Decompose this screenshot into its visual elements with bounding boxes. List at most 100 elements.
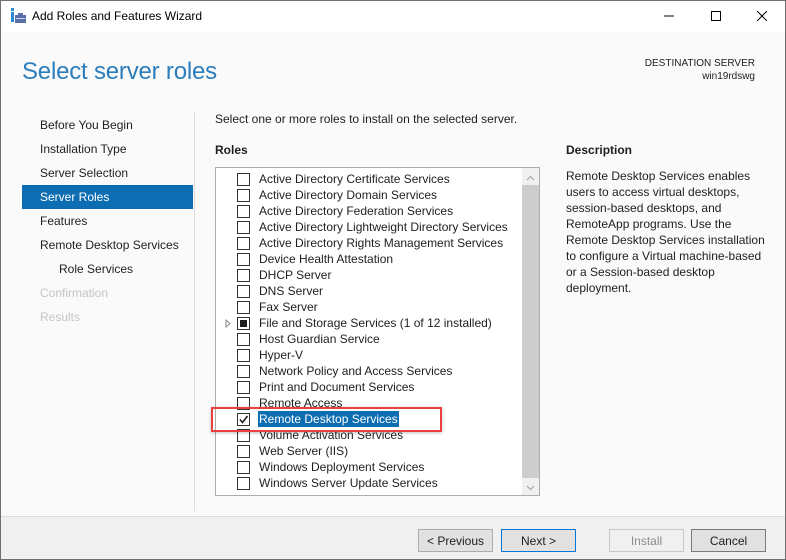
description-text: Remote Desktop Services enables users to…: [566, 169, 765, 295]
role-row[interactable]: Windows Deployment Services: [216, 459, 521, 475]
nav-item-remote-desktop-services[interactable]: Remote Desktop Services: [22, 233, 193, 257]
nav-item-confirmation: Confirmation: [40, 286, 109, 300]
role-label: Network Policy and Access Services: [259, 364, 453, 378]
nav-divider: [194, 111, 195, 511]
role-label: Remote Desktop Services: [258, 411, 399, 427]
role-row[interactable]: Remote Desktop Services: [216, 411, 521, 427]
instructions-text: Select one or more roles to install on t…: [215, 112, 518, 126]
nav-item-server-roles[interactable]: Server Roles: [22, 185, 193, 209]
checkmark-icon: [239, 415, 249, 424]
role-checkbox[interactable]: [237, 349, 250, 362]
role-checkbox[interactable]: [237, 365, 250, 378]
scroll-down-button[interactable]: [522, 478, 539, 495]
title-bar: Add Roles and Features Wizard: [1, 1, 785, 32]
maximize-icon: [711, 10, 721, 24]
role-checkbox[interactable]: [237, 237, 250, 250]
role-row[interactable]: DHCP Server: [216, 267, 521, 283]
role-row[interactable]: Host Guardian Service: [216, 331, 521, 347]
role-row[interactable]: Web Server (IIS): [216, 443, 521, 459]
role-checkbox[interactable]: [237, 173, 250, 186]
description-heading: Description: [566, 143, 633, 157]
role-label: Active Directory Domain Services: [259, 188, 438, 202]
nav-item-features[interactable]: Features: [22, 209, 193, 233]
role-checkbox[interactable]: [237, 461, 250, 474]
roles-heading: Roles: [215, 143, 248, 157]
role-checkbox[interactable]: [237, 285, 250, 298]
nav-item-before-you-begin[interactable]: Before You Begin: [22, 113, 193, 137]
role-checkbox[interactable]: [237, 381, 250, 394]
destination-server-label: DESTINATION SERVER: [644, 58, 755, 69]
role-label: Volume Activation Services: [259, 428, 404, 442]
roles-list[interactable]: Active Directory Certificate Services Act…: [215, 167, 540, 496]
role-label: Windows Deployment Services: [259, 460, 425, 474]
chevron-down-icon: [526, 480, 535, 494]
role-row[interactable]: Active Directory Federation Services: [216, 203, 521, 219]
role-row[interactable]: Hyper-V: [216, 347, 521, 363]
maximize-button[interactable]: [693, 1, 739, 32]
role-row[interactable]: Active Directory Rights Management Servi…: [216, 235, 521, 251]
role-row[interactable]: Print and Document Services: [216, 379, 521, 395]
role-label: Active Directory Rights Management Servi…: [259, 236, 504, 250]
role-checkbox[interactable]: [237, 477, 250, 490]
role-row[interactable]: Active Directory Domain Services: [216, 187, 521, 203]
role-label: Windows Server Update Services: [259, 476, 438, 490]
role-checkbox[interactable]: [237, 317, 250, 330]
role-checkbox[interactable]: [237, 445, 250, 458]
role-checkbox[interactable]: [237, 301, 250, 314]
role-checkbox[interactable]: [237, 397, 250, 410]
role-row[interactable]: Device Health Attestation: [216, 251, 521, 267]
close-icon: [756, 10, 768, 24]
role-checkbox[interactable]: [237, 221, 250, 234]
nav-item-results: Results: [40, 310, 81, 324]
role-label: Active Directory Certificate Services: [259, 172, 450, 186]
nav-item-installation-type[interactable]: Installation Type: [22, 137, 193, 161]
previous-button[interactable]: < Previous: [418, 529, 493, 552]
role-row[interactable]: DNS Server: [216, 283, 521, 299]
role-label: Print and Document Services: [259, 380, 415, 394]
role-row[interactable]: Active Directory Certificate Services: [216, 171, 521, 187]
wizard-window: Add Roles and Features Wizard Select ser…: [0, 0, 786, 560]
role-label: Remote Access: [259, 396, 343, 410]
role-row[interactable]: Fax Server: [216, 299, 521, 315]
role-label: DHCP Server: [259, 268, 332, 282]
wizard-nav: Before You Begin Installation Type Serve…: [22, 113, 193, 329]
role-label: Fax Server: [259, 300, 318, 314]
nav-item-server-selection[interactable]: Server Selection: [22, 161, 193, 185]
role-checkbox[interactable]: [237, 189, 250, 202]
role-label: Device Health Attestation: [259, 252, 394, 266]
role-label: Active Directory Federation Services: [259, 204, 454, 218]
role-label: Active Directory Lightweight Directory S…: [259, 220, 508, 234]
footer-bar: < Previous Next > Install Cancel: [1, 516, 785, 559]
next-button[interactable]: Next >: [501, 529, 576, 552]
role-checkbox[interactable]: [237, 205, 250, 218]
role-row[interactable]: Network Policy and Access Services: [216, 363, 521, 379]
roles-scrollbar[interactable]: [522, 168, 539, 495]
role-row[interactable]: File and Storage Services (1 of 12 insta…: [216, 315, 521, 331]
role-label: Web Server (IIS): [259, 444, 349, 458]
role-checkbox[interactable]: [237, 429, 250, 442]
role-row[interactable]: Remote Access: [216, 395, 521, 411]
install-button: Install: [609, 529, 684, 552]
scroll-up-button[interactable]: [522, 168, 539, 185]
role-checkbox[interactable]: [237, 333, 250, 346]
expand-arrow-icon[interactable]: [223, 318, 233, 328]
server-manager-icon: [10, 7, 26, 25]
minimize-button[interactable]: [646, 1, 692, 32]
role-checkbox[interactable]: [237, 413, 250, 426]
minimize-icon: [664, 10, 674, 24]
cancel-button[interactable]: Cancel: [691, 529, 766, 552]
role-row[interactable]: Volume Activation Services: [216, 427, 521, 443]
role-row[interactable]: Windows Server Update Services: [216, 475, 521, 491]
role-checkbox[interactable]: [237, 269, 250, 282]
role-label: Hyper-V: [259, 348, 304, 362]
window-title: Add Roles and Features Wizard: [32, 9, 203, 23]
nav-item-role-services[interactable]: Role Services: [22, 257, 193, 281]
role-label: Host Guardian Service: [259, 332, 380, 346]
close-button[interactable]: [739, 1, 785, 32]
role-label: File and Storage Services (1 of 12 insta…: [259, 316, 492, 330]
role-label: DNS Server: [259, 284, 324, 298]
role-checkbox[interactable]: [237, 253, 250, 266]
scroll-thumb[interactable]: [522, 185, 539, 478]
role-row[interactable]: Active Directory Lightweight Directory S…: [216, 219, 521, 235]
chevron-up-icon: [526, 170, 535, 184]
